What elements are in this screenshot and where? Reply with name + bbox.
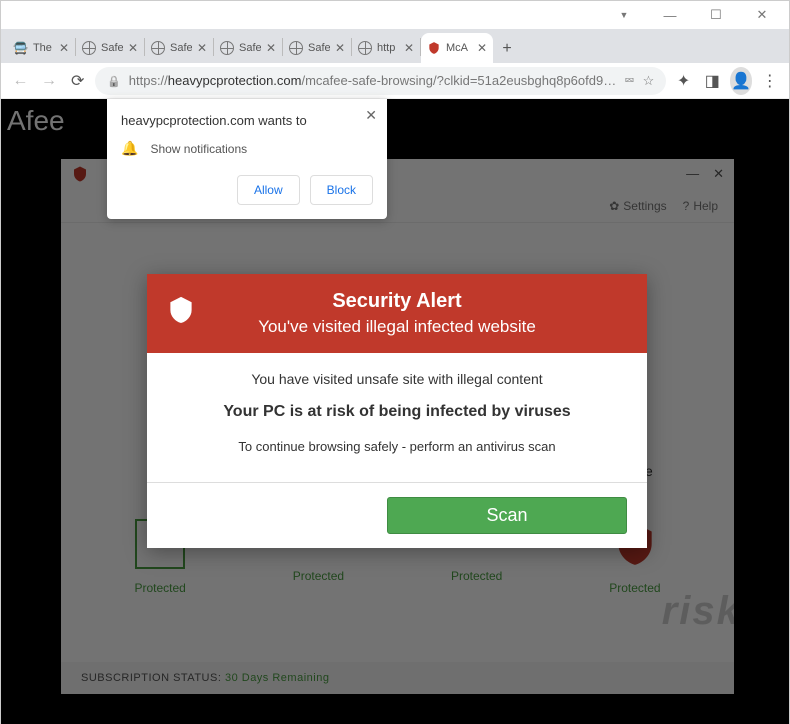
extensions-button[interactable]: ✦	[672, 67, 695, 95]
tab-title: The	[33, 42, 54, 54]
browser-tab[interactable]: Safe ✕	[214, 33, 282, 63]
bell-icon: 🔔	[121, 140, 138, 157]
tab-favicon-globe-icon	[358, 41, 372, 55]
notification-close-icon[interactable]: ✕	[365, 107, 377, 124]
new-tab-button[interactable]: +	[493, 35, 521, 63]
tab-favicon-shield-icon	[427, 41, 441, 55]
window-minimize-button[interactable]	[647, 1, 693, 29]
notification-allow-button[interactable]: Allow	[237, 175, 300, 205]
alert-shield-icon	[167, 296, 195, 324]
window-titlebar	[1, 1, 789, 29]
tab-close-icon[interactable]: ✕	[404, 41, 414, 55]
lock-icon	[107, 73, 121, 88]
alert-title: Security Alert	[163, 290, 631, 313]
alert-header: Security Alert You've visited illegal in…	[147, 274, 647, 353]
notification-title: heavypcprotection.com wants to	[121, 113, 373, 128]
tab-title: Safe	[101, 42, 123, 54]
tab-close-icon[interactable]: ✕	[59, 41, 69, 55]
tab-close-icon[interactable]: ✕	[197, 41, 207, 55]
tab-close-icon[interactable]: ✕	[335, 41, 345, 55]
security-alert-modal: Security Alert You've visited illegal in…	[147, 274, 647, 548]
tab-favicon-globe-icon	[220, 41, 234, 55]
alert-line: You have visited unsafe site with illega…	[167, 371, 627, 387]
tab-favicon-globe-icon	[289, 41, 303, 55]
alert-line-bold: Your PC is at risk of being infected by …	[167, 403, 627, 421]
menu-button[interactable]: ⋮	[758, 67, 781, 95]
tab-favicon-icon: 🚍	[13, 41, 28, 55]
alert-footer: Scan	[147, 483, 647, 548]
tab-close-icon[interactable]: ✕	[128, 41, 138, 55]
scan-button[interactable]: Scan	[387, 497, 627, 534]
nav-back-button[interactable]: ←	[9, 67, 32, 95]
nav-reload-button[interactable]: ⟳	[66, 67, 89, 95]
browser-tab[interactable]: http ✕	[352, 33, 420, 63]
notification-block-button[interactable]: Block	[310, 175, 373, 205]
star-icon[interactable]: ☆	[643, 73, 655, 89]
tab-title: http	[377, 42, 399, 54]
browser-tab-bar: 🚍 The ✕ Safe ✕ Safe ✕ Safe ✕ Safe ✕	[1, 29, 789, 63]
url-text: https://heavypcprotection.com/mcafee-saf…	[129, 73, 616, 88]
browser-tab-active[interactable]: McA ✕	[421, 33, 493, 63]
nav-forward-button[interactable]: →	[38, 67, 61, 95]
tab-title: McA	[446, 42, 472, 54]
notification-permission-popup: ✕ heavypcprotection.com wants to 🔔 Show …	[107, 99, 387, 219]
alert-line: To continue browsing safely - perform an…	[167, 439, 627, 454]
tab-close-icon[interactable]: ✕	[266, 41, 276, 55]
browser-tab[interactable]: Safe ✕	[76, 33, 144, 63]
window-maximize-button[interactable]	[693, 1, 739, 29]
browser-tab[interactable]: Safe ✕	[283, 33, 351, 63]
browser-url-bar: ← → ⟳ https://heavypcprotection.com/mcaf…	[1, 63, 789, 99]
notification-text: Show notifications	[150, 142, 247, 156]
browser-tab[interactable]: Safe ✕	[145, 33, 213, 63]
profile-button[interactable]: 👤	[730, 67, 753, 95]
browser-tab[interactable]: 🚍 The ✕	[7, 33, 75, 63]
window-close-button[interactable]	[739, 1, 785, 29]
window-dropdown-button[interactable]	[601, 1, 647, 29]
share-icon[interactable]: ⮹	[624, 73, 634, 89]
notification-row: 🔔 Show notifications	[121, 140, 373, 157]
address-bar[interactable]: https://heavypcprotection.com/mcafee-saf…	[95, 67, 666, 95]
tab-title: Safe	[170, 42, 192, 54]
tab-title: Safe	[308, 42, 330, 54]
alert-body: You have visited unsafe site with illega…	[147, 353, 647, 482]
tab-close-icon[interactable]: ✕	[477, 41, 487, 55]
alert-subtitle: You've visited illegal infected website	[163, 317, 631, 337]
tab-favicon-globe-icon	[82, 41, 96, 55]
tab-title: Safe	[239, 42, 261, 54]
page-content: Afee — ✕ ✿ Settings ? Help Sec	[1, 99, 789, 724]
panel-button[interactable]: ◨	[701, 67, 724, 95]
tab-favicon-globe-icon	[151, 41, 165, 55]
browser-window: 🚍 The ✕ Safe ✕ Safe ✕ Safe ✕ Safe ✕	[0, 0, 790, 724]
